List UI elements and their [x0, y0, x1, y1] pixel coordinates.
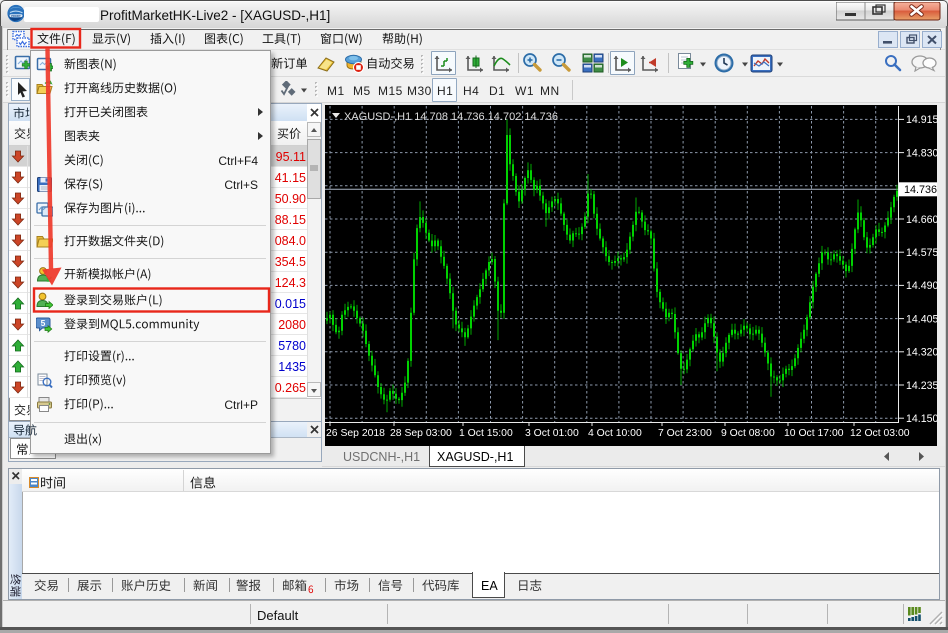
svg-text:1 Oct 15:00: 1 Oct 15:00 — [459, 428, 513, 439]
svg-text:14.915: 14.915 — [906, 114, 939, 126]
svg-text:7 Oct 23:00: 7 Oct 23:00 — [658, 428, 712, 439]
svg-text:9 Oct 08:00: 9 Oct 08:00 — [721, 428, 775, 439]
svg-text:26 Sep 2018: 26 Sep 2018 — [326, 428, 385, 439]
svg-text:14.235: 14.235 — [906, 380, 939, 392]
svg-text:14.736: 14.736 — [904, 184, 937, 196]
svg-text:XAGUSD-,H1 14.708 14.736 14.70: XAGUSD-,H1 14.708 14.736 14.702 14.736 — [344, 111, 558, 123]
svg-text:4 Oct 10:00: 4 Oct 10:00 — [588, 428, 642, 439]
svg-text:14.405: 14.405 — [906, 313, 939, 325]
svg-text:14.320: 14.320 — [906, 347, 939, 359]
svg-text:28 Sep 03:00: 28 Sep 03:00 — [390, 428, 452, 439]
svg-text:5: 5 — [41, 318, 46, 328]
svg-text:14.830: 14.830 — [906, 147, 939, 159]
svg-text:10 Oct 17:00: 10 Oct 17:00 — [784, 428, 844, 439]
svg-text:12 Oct 03:00: 12 Oct 03:00 — [850, 428, 910, 439]
svg-text:14.490: 14.490 — [906, 280, 939, 292]
svg-text:3 Oct 01:00: 3 Oct 01:00 — [525, 428, 579, 439]
svg-text:14.150: 14.150 — [906, 413, 939, 425]
svg-text:14.575: 14.575 — [906, 247, 939, 259]
svg-text:14.660: 14.660 — [906, 214, 939, 226]
